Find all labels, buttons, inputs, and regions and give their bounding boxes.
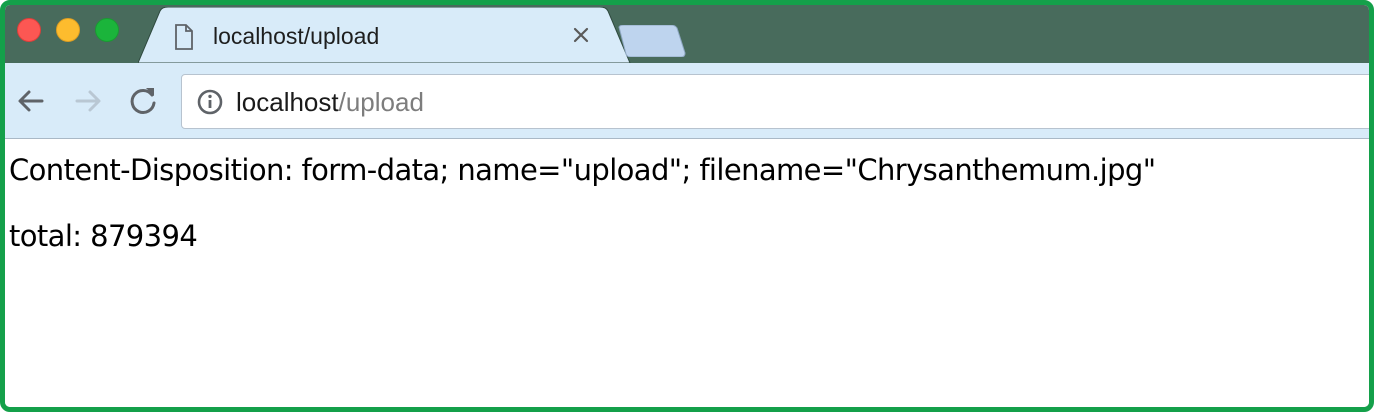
new-tab-button[interactable] — [617, 25, 687, 57]
close-window-button[interactable] — [17, 18, 41, 42]
tab-title: localhost/upload — [213, 23, 380, 49]
url-path: /upload — [338, 87, 424, 117]
browser-toolbar: localhost/upload — [5, 63, 1369, 139]
address-bar[interactable]: localhost/upload — [181, 74, 1369, 129]
url-host: localhost — [236, 87, 339, 117]
forward-arrow-icon[interactable] — [71, 84, 105, 118]
reload-icon[interactable] — [126, 84, 160, 118]
info-icon[interactable] — [196, 88, 224, 116]
page-icon — [175, 24, 193, 50]
browser-window: localhost/upload localhost/upload Conten… — [0, 0, 1374, 412]
minimize-window-button[interactable] — [56, 18, 80, 42]
page-content: Content-Disposition: form-data; name="up… — [5, 139, 1369, 407]
tab-strip: localhost/upload — [5, 5, 1369, 63]
content-disposition-text: Content-Disposition: form-data; name="up… — [9, 153, 1156, 187]
back-arrow-icon[interactable] — [14, 84, 48, 118]
total-text: total: 879394 — [9, 219, 198, 253]
tab-localhost-upload[interactable]: localhost/upload — [138, 7, 632, 63]
url-text[interactable]: localhost/upload — [236, 87, 424, 118]
close-tab-icon[interactable] — [570, 24, 592, 46]
zoom-window-button[interactable] — [95, 18, 119, 42]
